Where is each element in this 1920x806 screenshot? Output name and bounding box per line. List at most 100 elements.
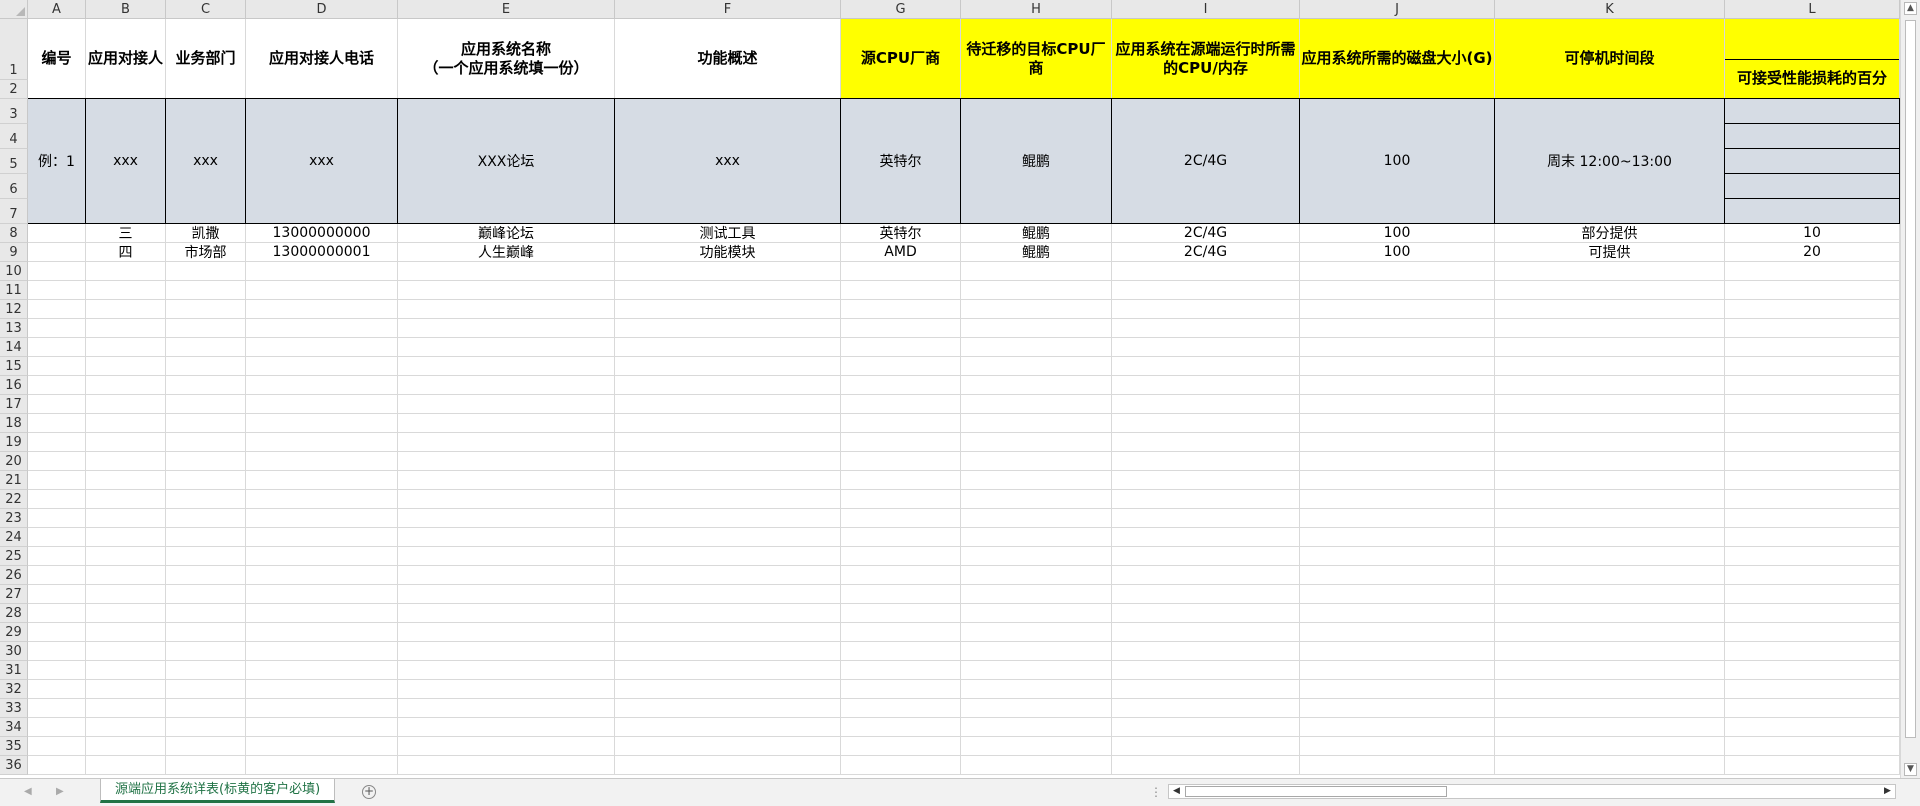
empty-cell[interactable] — [166, 642, 246, 661]
empty-cell[interactable] — [246, 699, 398, 718]
empty-cell[interactable] — [398, 661, 615, 680]
empty-cell[interactable] — [398, 300, 615, 319]
empty-cell[interactable] — [1725, 623, 1900, 642]
empty-cell[interactable] — [86, 642, 166, 661]
empty-cell[interactable] — [1495, 452, 1725, 471]
empty-cell[interactable] — [1725, 395, 1900, 414]
row-header-9[interactable]: 9 — [0, 243, 28, 262]
empty-cell[interactable] — [246, 566, 398, 585]
empty-cell[interactable] — [398, 281, 615, 300]
empty-cell[interactable] — [166, 338, 246, 357]
empty-cell[interactable] — [841, 699, 961, 718]
empty-cell[interactable] — [1300, 471, 1495, 490]
empty-cell[interactable] — [1725, 528, 1900, 547]
add-sheet-icon[interactable]: + — [362, 785, 376, 799]
empty-cell[interactable] — [1300, 414, 1495, 433]
empty-cell[interactable] — [86, 357, 166, 376]
vertical-scrollbar[interactable]: ▲ ▼ — [1900, 0, 1920, 778]
empty-cell[interactable] — [246, 300, 398, 319]
empty-cell[interactable] — [86, 433, 166, 452]
header-cell-e[interactable]: 应用系统名称 （一个应用系统填一份） — [398, 19, 615, 99]
empty-cell[interactable] — [28, 566, 86, 585]
empty-cell[interactable] — [398, 642, 615, 661]
table-cell-g[interactable]: AMD — [841, 243, 961, 262]
empty-cell[interactable] — [166, 737, 246, 756]
empty-cell[interactable] — [961, 528, 1112, 547]
empty-cell[interactable] — [961, 509, 1112, 528]
next-sheet-icon[interactable]: ▶ — [56, 786, 64, 797]
empty-cell[interactable] — [1112, 718, 1300, 737]
empty-cell[interactable] — [841, 547, 961, 566]
empty-cell[interactable] — [615, 414, 841, 433]
empty-cell[interactable] — [86, 661, 166, 680]
empty-cell[interactable] — [1300, 262, 1495, 281]
empty-cell[interactable] — [246, 642, 398, 661]
empty-cell[interactable] — [246, 547, 398, 566]
empty-cell[interactable] — [1495, 509, 1725, 528]
empty-cell[interactable] — [841, 281, 961, 300]
empty-cell[interactable] — [86, 528, 166, 547]
empty-cell[interactable] — [28, 661, 86, 680]
empty-cell[interactable] — [961, 680, 1112, 699]
empty-cell[interactable] — [86, 414, 166, 433]
empty-cell[interactable] — [246, 604, 398, 623]
row-header-11[interactable]: 11 — [0, 281, 28, 300]
empty-cell[interactable] — [1112, 471, 1300, 490]
empty-cell[interactable] — [1112, 604, 1300, 623]
empty-cell[interactable] — [1725, 357, 1900, 376]
empty-cell[interactable] — [398, 338, 615, 357]
empty-cell[interactable] — [1725, 338, 1900, 357]
header-cell-a[interactable]: 编号 — [28, 19, 86, 99]
empty-cell[interactable] — [28, 471, 86, 490]
empty-cell[interactable] — [246, 376, 398, 395]
table-cell-k[interactable]: 可提供 — [1495, 243, 1725, 262]
empty-cell[interactable] — [28, 281, 86, 300]
empty-cell[interactable] — [615, 395, 841, 414]
empty-cell[interactable] — [28, 737, 86, 756]
row-header-8[interactable]: 8 — [0, 224, 28, 243]
empty-cell[interactable] — [166, 395, 246, 414]
column-header-d[interactable]: D — [246, 0, 398, 19]
empty-cell[interactable] — [961, 604, 1112, 623]
empty-cell[interactable] — [28, 262, 86, 281]
horizontal-scroll-thumb[interactable] — [1185, 786, 1447, 797]
empty-cell[interactable] — [841, 718, 961, 737]
empty-cell[interactable] — [166, 528, 246, 547]
table-cell-c[interactable]: 市场部 — [166, 243, 246, 262]
empty-cell[interactable] — [1112, 528, 1300, 547]
example-cell-l-row5[interactable] — [1725, 149, 1900, 174]
row-header-18[interactable]: 18 — [0, 414, 28, 433]
empty-cell[interactable] — [86, 623, 166, 642]
empty-cell[interactable] — [1112, 433, 1300, 452]
empty-cell[interactable] — [1495, 604, 1725, 623]
empty-cell[interactable] — [86, 281, 166, 300]
empty-cell[interactable] — [166, 623, 246, 642]
empty-cell[interactable] — [1495, 661, 1725, 680]
table-cell-b[interactable]: 三 — [86, 224, 166, 243]
row-header-25[interactable]: 25 — [0, 547, 28, 566]
empty-cell[interactable] — [1300, 585, 1495, 604]
empty-cell[interactable] — [398, 528, 615, 547]
empty-cell[interactable] — [615, 604, 841, 623]
empty-cell[interactable] — [1112, 395, 1300, 414]
empty-cell[interactable] — [1725, 547, 1900, 566]
row-header-1[interactable]: 1 — [0, 19, 28, 80]
empty-cell[interactable] — [86, 680, 166, 699]
empty-cell[interactable] — [1725, 566, 1900, 585]
empty-cell[interactable] — [1495, 395, 1725, 414]
empty-cell[interactable] — [841, 300, 961, 319]
empty-cell[interactable] — [1725, 471, 1900, 490]
header-cell-h[interactable]: 待迁移的目标CPU厂商 — [961, 19, 1112, 99]
empty-cell[interactable] — [1300, 281, 1495, 300]
empty-cell[interactable] — [1725, 642, 1900, 661]
empty-cell[interactable] — [961, 471, 1112, 490]
example-cell-i[interactable]: 2C/4G — [1112, 99, 1300, 224]
row-header-36[interactable]: 36 — [0, 756, 28, 775]
empty-cell[interactable] — [246, 281, 398, 300]
row-header-7[interactable]: 7 — [0, 199, 28, 224]
empty-cell[interactable] — [1300, 338, 1495, 357]
empty-cell[interactable] — [166, 433, 246, 452]
empty-cell[interactable] — [1112, 585, 1300, 604]
empty-cell[interactable] — [246, 471, 398, 490]
empty-cell[interactable] — [166, 585, 246, 604]
